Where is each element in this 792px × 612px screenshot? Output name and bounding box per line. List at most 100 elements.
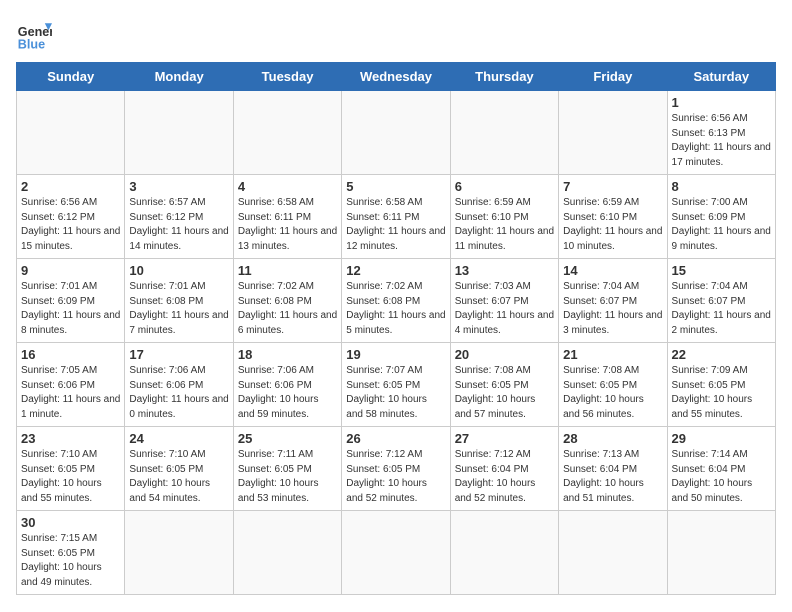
day-number: 12 <box>346 263 445 278</box>
day-number: 7 <box>563 179 662 194</box>
calendar-cell: 22Sunrise: 7:09 AM Sunset: 6:05 PM Dayli… <box>667 343 775 427</box>
weekday-header-saturday: Saturday <box>667 63 775 91</box>
calendar-cell: 14Sunrise: 7:04 AM Sunset: 6:07 PM Dayli… <box>559 259 667 343</box>
calendar-cell: 11Sunrise: 7:02 AM Sunset: 6:08 PM Dayli… <box>233 259 341 343</box>
calendar-cell: 28 Sunrise: 7:13 AM Sunset: 6:04 PM Dayli… <box>559 427 667 511</box>
day-info: Sunrise: 7:10 AM Sunset: 6:05 PM Dayligh… <box>21 448 120 506</box>
weekday-header-friday: Friday <box>559 63 667 91</box>
calendar-cell: 29 Sunrise: 7:14 AM Sunset: 6:04 PM Dayli… <box>667 427 775 511</box>
calendar-week-row: 16Sunrise: 7:05 AM Sunset: 6:06 PM Dayli… <box>17 343 776 427</box>
day-number: 19 <box>346 347 445 362</box>
calendar-cell: 9 Sunrise: 7:01 AM Sunset: 6:09 PM Daylig… <box>17 259 125 343</box>
calendar-cell <box>125 91 233 175</box>
svg-text:Blue: Blue <box>18 37 45 51</box>
day-number: 30 <box>21 515 120 530</box>
calendar-cell <box>342 511 450 595</box>
weekday-header-row: SundayMondayTuesdayWednesdayThursdayFrid… <box>17 63 776 91</box>
day-info: Sunrise: 7:14 AM Sunset: 6:04 PM Dayligh… <box>672 448 771 506</box>
day-number: 26 <box>346 431 445 446</box>
calendar-week-row: 9 Sunrise: 7:01 AM Sunset: 6:09 PM Daylig… <box>17 259 776 343</box>
day-info: Sunrise: 7:07 AM Sunset: 6:05 PM Dayligh… <box>346 364 445 422</box>
day-number: 23 <box>21 431 120 446</box>
weekday-header-sunday: Sunday <box>17 63 125 91</box>
day-number: 10 <box>129 263 228 278</box>
calendar-cell: 19 Sunrise: 7:07 AM Sunset: 6:05 PM Dayli… <box>342 343 450 427</box>
day-info: Sunrise: 7:08 AM Sunset: 6:05 PM Dayligh… <box>563 364 662 422</box>
day-number: 25 <box>238 431 337 446</box>
day-info: Sunrise: 6:58 AM Sunset: 6:11 PM Dayligh… <box>238 196 337 254</box>
calendar-cell: 13 Sunrise: 7:03 AM Sunset: 6:07 PM Dayli… <box>450 259 558 343</box>
day-info: Sunrise: 7:04 AM Sunset: 6:07 PM Dayligh… <box>672 280 771 338</box>
calendar-cell: 21Sunrise: 7:08 AM Sunset: 6:05 PM Dayli… <box>559 343 667 427</box>
calendar-week-row: 23 Sunrise: 7:10 AM Sunset: 6:05 PM Dayli… <box>17 427 776 511</box>
day-number: 16 <box>21 347 120 362</box>
day-info: Sunrise: 7:01 AM Sunset: 6:09 PM Dayligh… <box>21 280 120 338</box>
day-info: Sunrise: 7:01 AM Sunset: 6:08 PM Dayligh… <box>129 280 228 338</box>
day-number: 13 <box>455 263 554 278</box>
calendar-cell: 3Sunrise: 6:57 AM Sunset: 6:12 PM Daylig… <box>125 175 233 259</box>
calendar-cell <box>233 91 341 175</box>
calendar-week-row: 30 Sunrise: 7:15 AM Sunset: 6:05 PM Dayli… <box>17 511 776 595</box>
page-header: General Blue <box>16 16 776 52</box>
day-number: 29 <box>672 431 771 446</box>
day-info: Sunrise: 7:15 AM Sunset: 6:05 PM Dayligh… <box>21 532 120 590</box>
day-number: 1 <box>672 95 771 110</box>
day-info: Sunrise: 7:12 AM Sunset: 6:05 PM Dayligh… <box>346 448 445 506</box>
day-info: Sunrise: 6:56 AM Sunset: 6:13 PM Dayligh… <box>672 112 771 170</box>
calendar-cell <box>667 511 775 595</box>
day-number: 6 <box>455 179 554 194</box>
day-number: 2 <box>21 179 120 194</box>
weekday-header-monday: Monday <box>125 63 233 91</box>
calendar-cell: 24 Sunrise: 7:10 AM Sunset: 6:05 PM Dayli… <box>125 427 233 511</box>
calendar-table: SundayMondayTuesdayWednesdayThursdayFrid… <box>16 62 776 595</box>
day-number: 3 <box>129 179 228 194</box>
day-info: Sunrise: 7:10 AM Sunset: 6:05 PM Dayligh… <box>129 448 228 506</box>
calendar-cell: 25Sunrise: 7:11 AM Sunset: 6:05 PM Dayli… <box>233 427 341 511</box>
calendar-week-row: 2Sunrise: 6:56 AM Sunset: 6:12 PM Daylig… <box>17 175 776 259</box>
day-number: 27 <box>455 431 554 446</box>
calendar-cell: 15 Sunrise: 7:04 AM Sunset: 6:07 PM Dayli… <box>667 259 775 343</box>
day-number: 17 <box>129 347 228 362</box>
day-number: 8 <box>672 179 771 194</box>
day-info: Sunrise: 7:12 AM Sunset: 6:04 PM Dayligh… <box>455 448 554 506</box>
logo: General Blue <box>16 16 56 52</box>
calendar-week-row: 1 Sunrise: 6:56 AM Sunset: 6:13 PM Daylig… <box>17 91 776 175</box>
calendar-cell <box>559 511 667 595</box>
day-number: 14 <box>563 263 662 278</box>
day-number: 4 <box>238 179 337 194</box>
calendar-cell: 5Sunrise: 6:58 AM Sunset: 6:11 PM Daylig… <box>342 175 450 259</box>
weekday-header-wednesday: Wednesday <box>342 63 450 91</box>
day-info: Sunrise: 6:58 AM Sunset: 6:11 PM Dayligh… <box>346 196 445 254</box>
logo-icon: General Blue <box>16 16 52 52</box>
day-number: 22 <box>672 347 771 362</box>
calendar-cell: 8 Sunrise: 7:00 AM Sunset: 6:09 PM Daylig… <box>667 175 775 259</box>
calendar-cell: 30 Sunrise: 7:15 AM Sunset: 6:05 PM Dayli… <box>17 511 125 595</box>
weekday-header-tuesday: Tuesday <box>233 63 341 91</box>
day-info: Sunrise: 7:13 AM Sunset: 6:04 PM Dayligh… <box>563 448 662 506</box>
day-number: 20 <box>455 347 554 362</box>
calendar-cell: 18 Sunrise: 7:06 AM Sunset: 6:06 PM Dayli… <box>233 343 341 427</box>
calendar-cell: 26 Sunrise: 7:12 AM Sunset: 6:05 PM Dayli… <box>342 427 450 511</box>
day-number: 9 <box>21 263 120 278</box>
day-number: 28 <box>563 431 662 446</box>
day-number: 18 <box>238 347 337 362</box>
calendar-cell: 20 Sunrise: 7:08 AM Sunset: 6:05 PM Dayli… <box>450 343 558 427</box>
day-info: Sunrise: 7:00 AM Sunset: 6:09 PM Dayligh… <box>672 196 771 254</box>
calendar-body: 1 Sunrise: 6:56 AM Sunset: 6:13 PM Daylig… <box>17 91 776 595</box>
day-info: Sunrise: 7:08 AM Sunset: 6:05 PM Dayligh… <box>455 364 554 422</box>
calendar-cell <box>17 91 125 175</box>
calendar-cell: 2Sunrise: 6:56 AM Sunset: 6:12 PM Daylig… <box>17 175 125 259</box>
day-number: 15 <box>672 263 771 278</box>
calendar-cell: 17Sunrise: 7:06 AM Sunset: 6:06 PM Dayli… <box>125 343 233 427</box>
day-info: Sunrise: 7:03 AM Sunset: 6:07 PM Dayligh… <box>455 280 554 338</box>
calendar-cell: 7 Sunrise: 6:59 AM Sunset: 6:10 PM Daylig… <box>559 175 667 259</box>
day-number: 11 <box>238 263 337 278</box>
day-number: 24 <box>129 431 228 446</box>
calendar-cell <box>233 511 341 595</box>
day-info: Sunrise: 6:59 AM Sunset: 6:10 PM Dayligh… <box>563 196 662 254</box>
calendar-cell: 16Sunrise: 7:05 AM Sunset: 6:06 PM Dayli… <box>17 343 125 427</box>
calendar-cell <box>559 91 667 175</box>
day-info: Sunrise: 7:06 AM Sunset: 6:06 PM Dayligh… <box>238 364 337 422</box>
calendar-cell: 6Sunrise: 6:59 AM Sunset: 6:10 PM Daylig… <box>450 175 558 259</box>
calendar-cell: 10 Sunrise: 7:01 AM Sunset: 6:08 PM Dayli… <box>125 259 233 343</box>
